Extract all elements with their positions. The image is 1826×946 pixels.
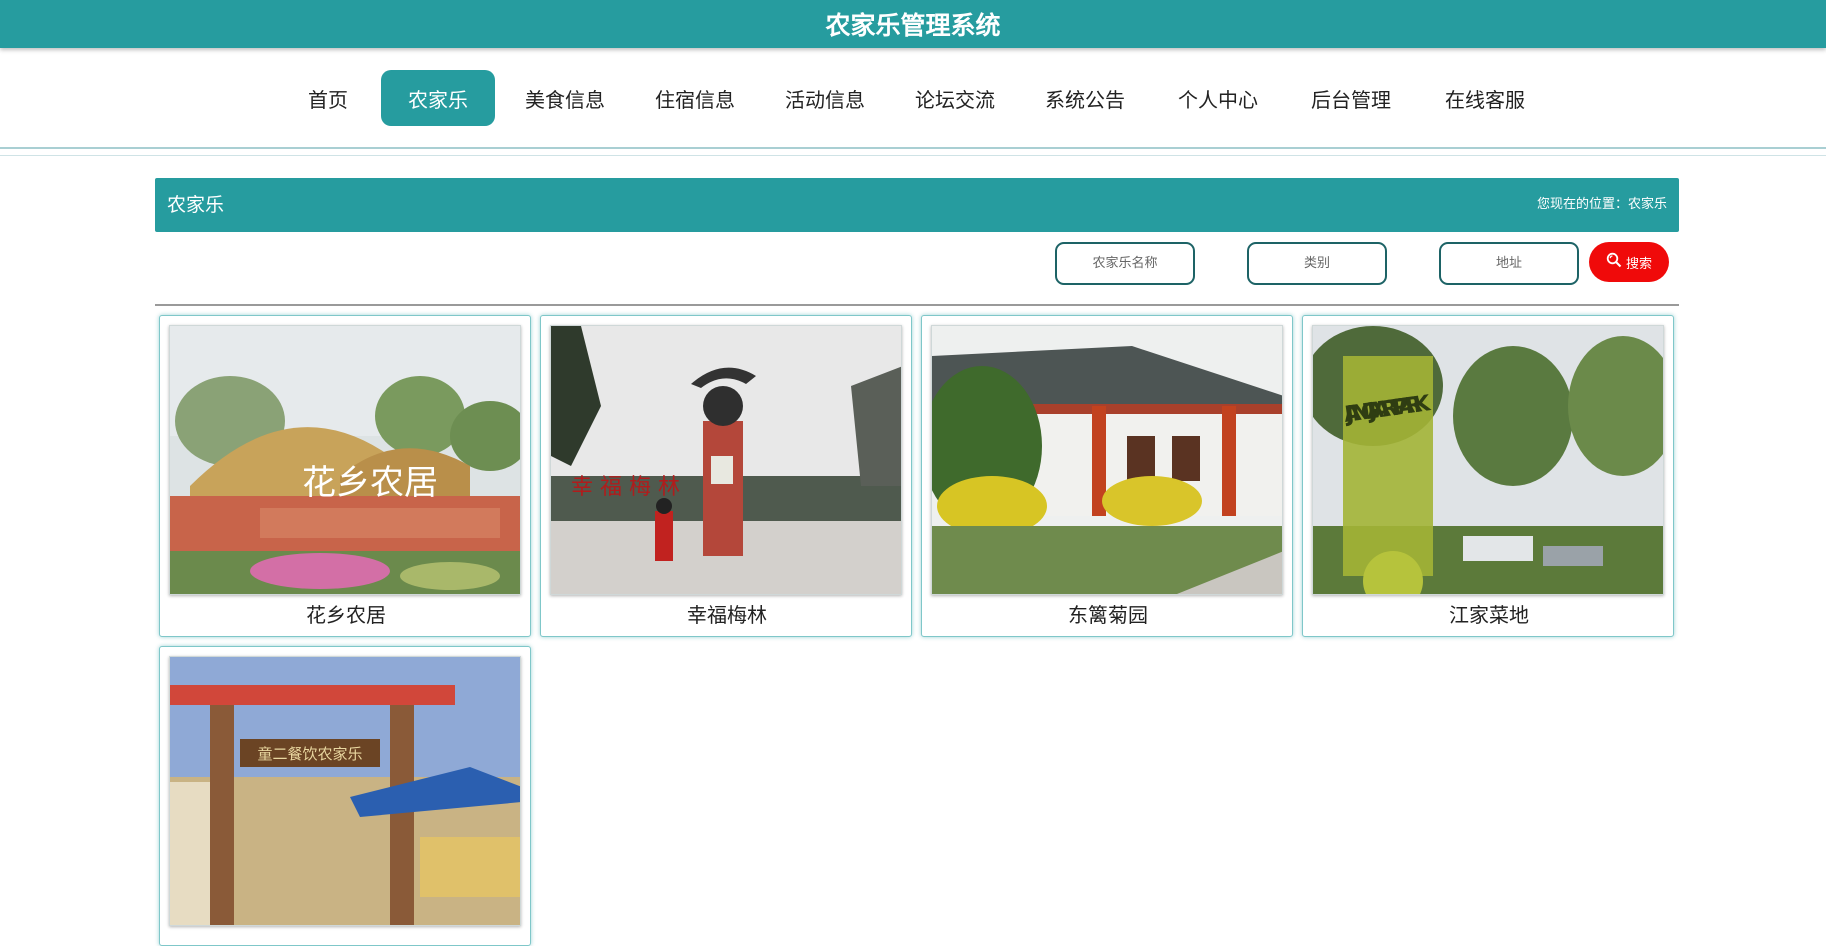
address-search-input[interactable] (1439, 242, 1579, 285)
top-title-bar: 农家乐管理系统 (0, 0, 1826, 48)
magnifier-icon (1606, 252, 1626, 272)
main-nav: 首页 农家乐 美食信息 住宿信息 活动信息 论坛交流 系统公告 个人中心 后台管… (0, 70, 1826, 127)
farmstay-photo: JIANG JIA ART PARK (1312, 325, 1664, 595)
content-divider (155, 304, 1679, 306)
nav-item-forum[interactable]: 论坛交流 (908, 70, 1002, 126)
app-title: 农家乐管理系统 (825, 11, 1001, 40)
nav-item-personal-center[interactable]: 个人中心 (1170, 70, 1266, 126)
category-search-input[interactable] (1247, 242, 1387, 285)
farmstay-name: 东篱菊园 (1068, 603, 1148, 627)
nav-item-farmstay[interactable]: 农家乐 (381, 70, 495, 126)
farmstay-card[interactable]: 花乡农居 花乡农居 (159, 315, 531, 637)
search-button-label: 搜索 (1625, 256, 1652, 272)
nav-item-food[interactable]: 美食信息 (518, 70, 612, 126)
farmstay-name: 幸福梅林 (687, 603, 767, 627)
search-button[interactable]: 搜索 (1589, 242, 1669, 282)
farmstay-photo (931, 325, 1283, 595)
section-header: 农家乐 您现在的位置： 农家乐 (155, 178, 1679, 232)
breadcrumb: 您现在的位置： 农家乐 (1537, 178, 1667, 232)
name-search-input[interactable] (1055, 242, 1195, 285)
nav-item-home[interactable]: 首页 (296, 70, 360, 126)
farmstay-card[interactable]: JIANG JIA ART PARK 江家菜地 (1302, 315, 1674, 637)
farmstay-card[interactable]: 幸 福 梅 林 幸福梅林 (540, 315, 912, 637)
farmstay-card[interactable]: 东篱菊园 (921, 315, 1293, 637)
nav-item-lodging[interactable]: 住宿信息 (648, 70, 742, 126)
nav-divider-thin (0, 155, 1826, 156)
nav-divider (0, 147, 1826, 149)
farmstay-name: 花乡农居 (306, 603, 386, 627)
farmstay-photo: 花乡农居 (169, 325, 521, 595)
farmstay-name: 江家菜地 (1449, 603, 1529, 627)
section-title: 农家乐 (167, 194, 225, 216)
breadcrumb-current[interactable]: 农家乐 (1628, 178, 1667, 232)
sign-text: 童二餐饮农家乐 (257, 745, 362, 763)
nav-item-activities[interactable]: 活动信息 (778, 70, 872, 126)
sign-text: 花乡农居 (302, 463, 438, 503)
nav-item-admin[interactable]: 后台管理 (1303, 70, 1399, 126)
farmstay-photo: 童二餐饮农家乐 (169, 656, 521, 926)
breadcrumb-prefix: 您现在的位置： (1536, 197, 1628, 212)
sign-text: 幸 福 梅 林 (571, 475, 680, 500)
farmstay-card[interactable]: 童二餐饮农家乐 (159, 646, 531, 946)
farmstay-photo: 幸 福 梅 林 (550, 325, 902, 595)
nav-item-announcements[interactable]: 系统公告 (1038, 70, 1132, 126)
nav-item-online-service[interactable]: 在线客服 (1437, 70, 1533, 126)
